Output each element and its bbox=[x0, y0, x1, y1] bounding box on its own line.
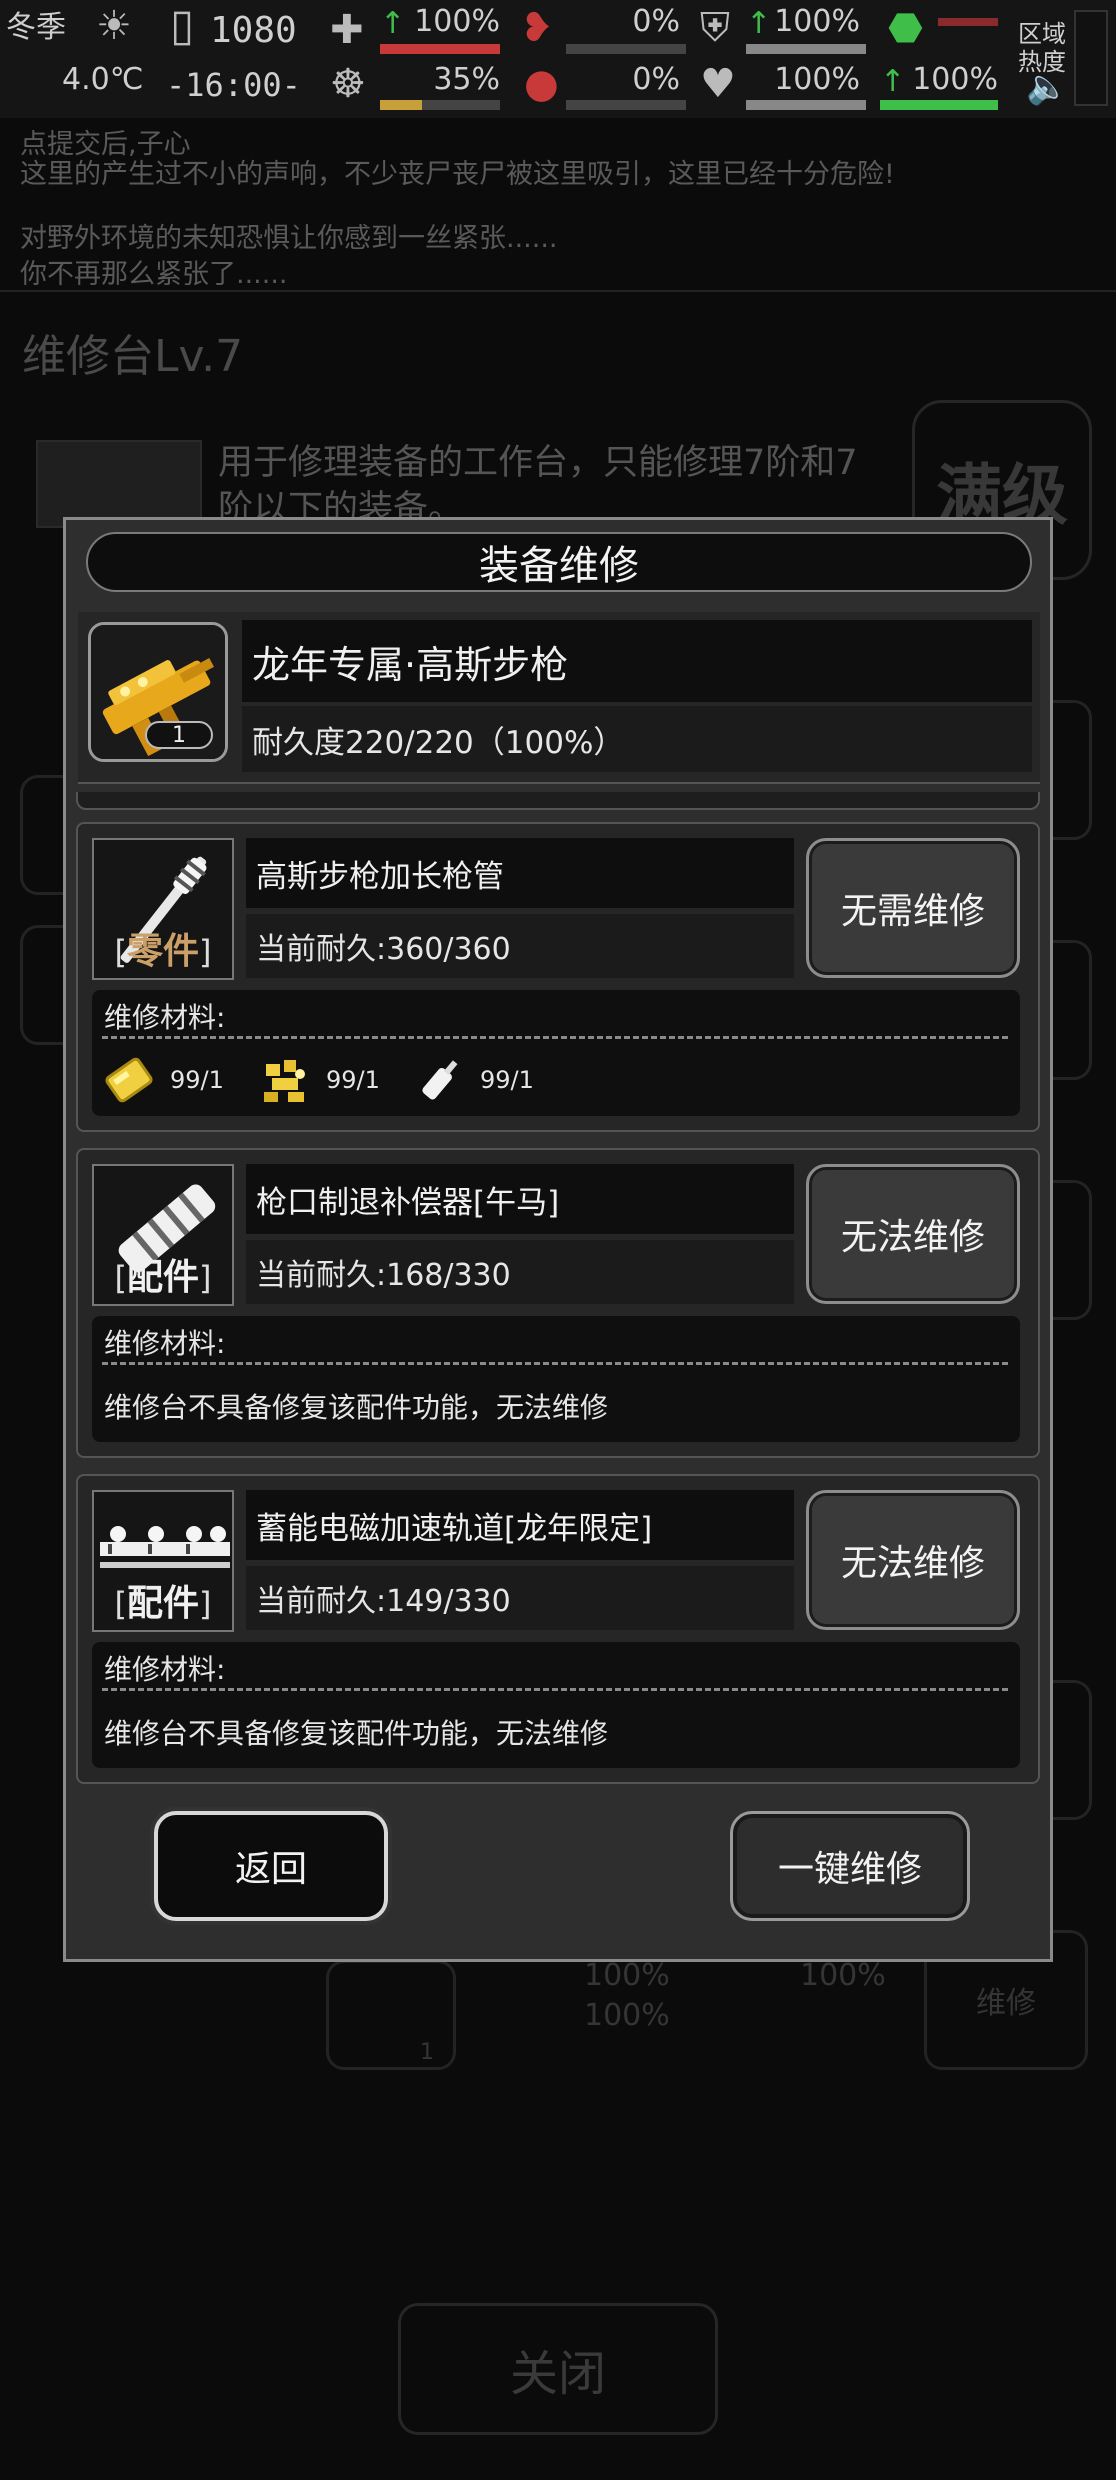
materials-label: 维修材料: bbox=[104, 1327, 226, 1360]
bleed-icon: ❥ bbox=[520, 5, 554, 51]
equipment-durability: 耐久度220/220（100%） bbox=[242, 706, 1032, 772]
blood-bar bbox=[566, 100, 686, 110]
material-item: 99/1 bbox=[102, 1054, 224, 1106]
gear-scrap-icon bbox=[264, 1060, 305, 1102]
repair-dialog: 装备维修 1 龙年专属·高斯步枪 耐久度220/220（100%） [零件] 高… bbox=[63, 517, 1053, 1962]
message-line: 你不再那么紧张了...... bbox=[20, 259, 288, 290]
part-row: [零件] 高斯步枪加长枪管 当前耐久:360/360 无需维修 维修材料: 99… bbox=[76, 822, 1040, 1132]
oil-bottle-icon bbox=[422, 1060, 458, 1100]
heart-pct: 100% bbox=[774, 62, 860, 97]
hunger-pct: 35% bbox=[433, 62, 500, 97]
part-row: [配件] 蓄能电磁加速轨道[龙年限定] 当前耐久:149/330 无法维修 维修… bbox=[76, 1474, 1040, 1784]
armor-bar bbox=[746, 44, 866, 54]
heart-bar bbox=[746, 100, 866, 110]
materials-label: 维修材料: bbox=[104, 1653, 226, 1686]
equipment-header: 1 龙年专属·高斯步枪 耐久度220/220（100%） bbox=[78, 612, 1040, 784]
part-row: [配件] 枪口制退补偿器[午马] 当前耐久:168/330 无法维修 维修材料:… bbox=[76, 1148, 1040, 1458]
workbench-thumbnail bbox=[36, 440, 202, 528]
bg-count: 1 bbox=[420, 2040, 434, 2065]
boot-icon: ⬣ bbox=[888, 5, 923, 51]
list-top-edge bbox=[76, 792, 1040, 810]
part-durability: 当前耐久:360/360 bbox=[246, 914, 794, 978]
materials-label: 维修材料: bbox=[104, 1001, 226, 1034]
health-bar bbox=[380, 44, 500, 54]
armor-pct: 100% bbox=[774, 4, 860, 39]
no-repair-needed-button[interactable]: 无需维修 bbox=[806, 838, 1020, 978]
flag-bar bbox=[938, 18, 998, 26]
dialog-title: 装备维修 bbox=[86, 532, 1032, 592]
material-count: 99/1 bbox=[480, 1066, 534, 1094]
barrel-icon: [零件] bbox=[92, 838, 234, 980]
part-type-tag: [配件] bbox=[114, 1257, 212, 1298]
item-count-badge: 1 bbox=[145, 721, 213, 749]
repair-note: 维修台不具备修复该配件功能，无法维修 bbox=[104, 1391, 609, 1424]
message-line: 对野外环境的未知恐惧让你感到一丝紧张...... bbox=[20, 223, 558, 254]
season-label: 冬季 bbox=[6, 10, 66, 45]
heart-icon: ♥ bbox=[700, 61, 736, 107]
materials-box: 维修材料: 99/1 99/1 99/1 bbox=[92, 990, 1020, 1116]
bleed-pct: 0% bbox=[632, 4, 680, 39]
cannot-repair-button[interactable]: 无法维修 bbox=[806, 1164, 1020, 1304]
stamina-pct: 100% bbox=[912, 62, 998, 97]
part-durability: 当前耐久:149/330 bbox=[246, 1566, 794, 1630]
stomach-icon: ☸ bbox=[330, 61, 366, 107]
bg-percent: 100% bbox=[584, 1958, 670, 1993]
status-bar: 冬季 ☀ ▯ 1080 4.0℃ -16:00- ✚ ↑ 100% ☸ 35% … bbox=[0, 0, 1116, 118]
part-name: 枪口制退补偿器[午马] bbox=[246, 1164, 794, 1234]
blood-drop-icon: ● bbox=[524, 61, 559, 107]
part-name: 蓄能电磁加速轨道[龙年限定] bbox=[246, 1490, 794, 1560]
part-durability: 当前耐久:168/330 bbox=[246, 1240, 794, 1304]
health-pct: 100% bbox=[414, 4, 500, 39]
blood-pct: 0% bbox=[632, 62, 680, 97]
back-button[interactable]: 返回 bbox=[154, 1811, 388, 1921]
cannot-repair-button[interactable]: 无法维修 bbox=[806, 1490, 1020, 1630]
material-count: 99/1 bbox=[326, 1066, 380, 1094]
divider bbox=[102, 1036, 1008, 1039]
workbench-title: 维修台Lv.7 bbox=[22, 331, 244, 382]
repair-all-button[interactable]: 一键维修 bbox=[730, 1811, 970, 1921]
hunger-bar bbox=[380, 100, 500, 110]
materials-box: 维修材料: 维修台不具备修复该配件功能，无法维修 bbox=[92, 1642, 1020, 1768]
bg-gun-slot bbox=[326, 1960, 456, 2070]
medkit-icon: ✚ bbox=[330, 7, 364, 53]
temperature: 4.0℃ bbox=[62, 62, 144, 97]
speaker-icon[interactable]: 🔈 bbox=[1026, 70, 1068, 104]
clock: -16:00- bbox=[166, 66, 301, 104]
material-item: 99/1 bbox=[258, 1054, 380, 1106]
armor-icon: ⛨ bbox=[700, 5, 730, 51]
message-line: 这里的产生过不小的声响，不少丧尸丧尸被这里吸引，这里已经十分危险! bbox=[20, 159, 895, 190]
calendar-icon: ▯ bbox=[170, 0, 195, 51]
muzzle-brake-icon: [配件] bbox=[92, 1164, 234, 1306]
sun-icon: ☀ bbox=[96, 3, 132, 49]
stamina-bar bbox=[880, 100, 998, 110]
parts-list[interactable]: [零件] 高斯步枪加长枪管 当前耐久:360/360 无需维修 维修材料: 99… bbox=[66, 792, 1050, 1818]
bg-percent: 100% bbox=[800, 1958, 886, 1993]
part-type-tag: [配件] bbox=[114, 1583, 212, 1624]
gold-bar-icon bbox=[105, 1057, 153, 1103]
bg-percent: 100% bbox=[584, 1998, 670, 2033]
close-button: 关闭 bbox=[398, 2303, 718, 2435]
equipment-name: 龙年专属·高斯步枪 bbox=[242, 620, 1032, 702]
material-item: 99/1 bbox=[412, 1054, 534, 1106]
rail-icon: [配件] bbox=[92, 1490, 234, 1632]
bleed-bar bbox=[566, 44, 686, 54]
material-count: 99/1 bbox=[170, 1066, 224, 1094]
materials-box: 维修材料: 维修台不具备修复该配件功能，无法维修 bbox=[92, 1316, 1020, 1442]
divider bbox=[102, 1362, 1008, 1365]
part-type-tag: [零件] bbox=[114, 931, 212, 972]
divider bbox=[102, 1688, 1008, 1691]
heat-meter bbox=[1074, 10, 1108, 106]
part-name: 高斯步枪加长枪管 bbox=[246, 838, 794, 908]
repair-note: 维修台不具备修复该配件功能，无法维修 bbox=[104, 1717, 609, 1750]
gauss-rifle-icon: 1 bbox=[88, 622, 228, 762]
day-counter: 1080 bbox=[210, 10, 297, 51]
